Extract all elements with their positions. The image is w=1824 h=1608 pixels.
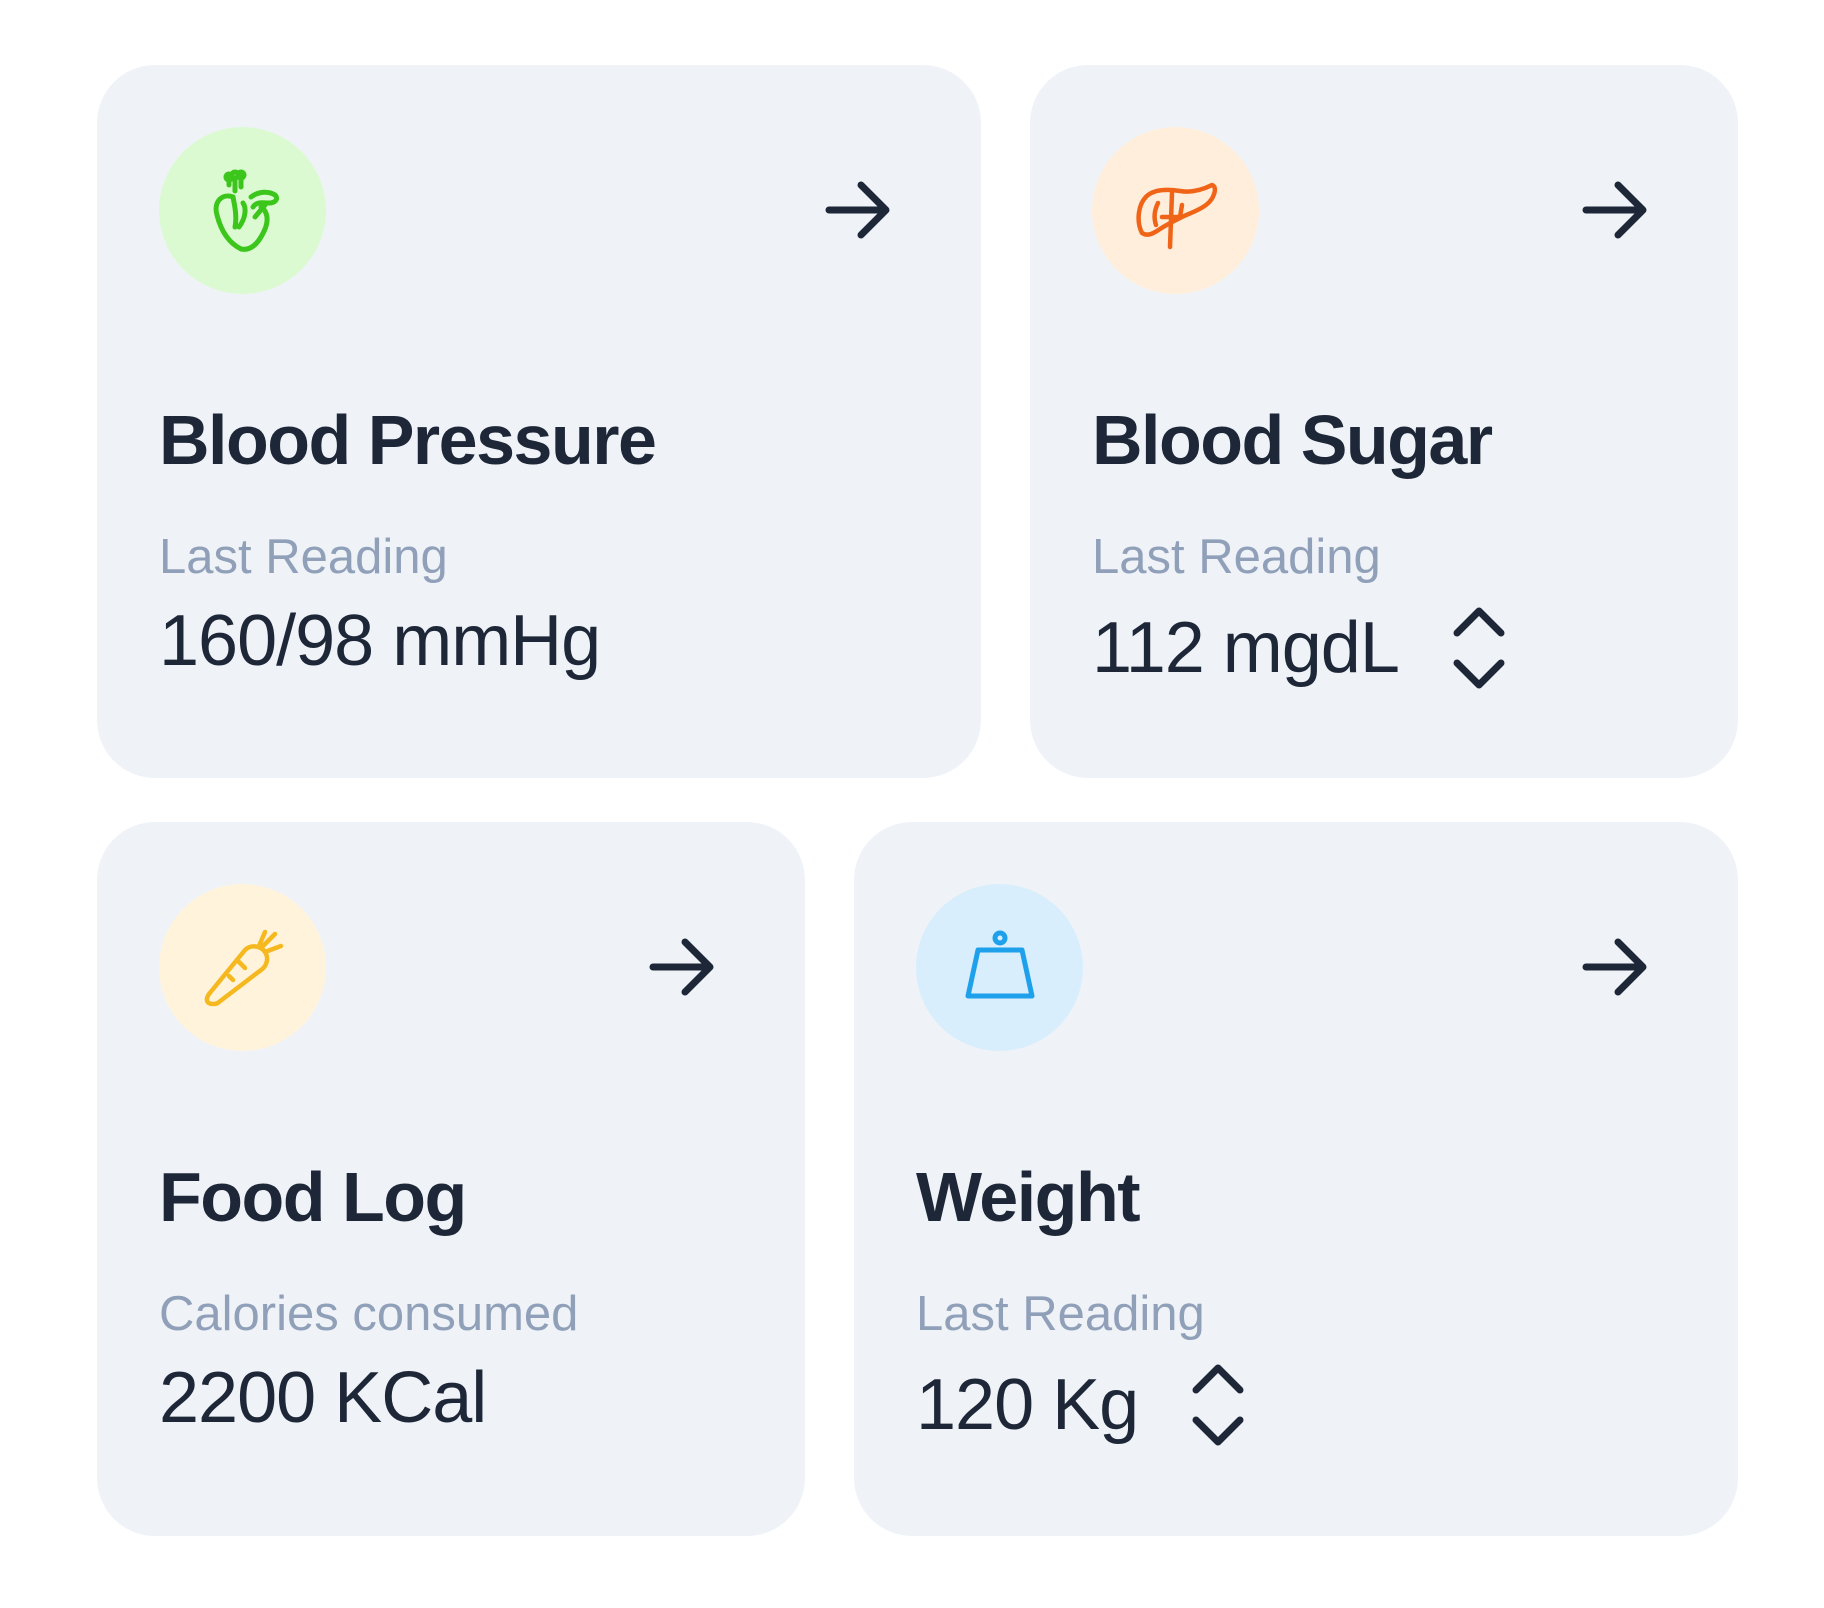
card-value: 2200 KCal bbox=[159, 1358, 487, 1438]
carrot-icon-circle bbox=[159, 884, 326, 1051]
value-row: 112 mgdL bbox=[1092, 605, 1511, 691]
carrot-icon bbox=[204, 929, 283, 1006]
arrow-right-icon bbox=[1582, 938, 1647, 996]
arrow-right-icon bbox=[1582, 181, 1647, 239]
arrow-right-icon bbox=[825, 181, 890, 239]
food-log-card[interactable]: Food Log Calories consumed 2200 KCal bbox=[97, 822, 805, 1536]
card-title: Food Log bbox=[159, 1158, 467, 1236]
card-subtitle: Calories consumed bbox=[159, 1287, 579, 1341]
weight-icon bbox=[965, 930, 1034, 998]
blood-sugar-stepper[interactable] bbox=[1447, 605, 1511, 691]
chevron-up-down-icon bbox=[1453, 607, 1505, 689]
heart-icon-circle bbox=[159, 127, 326, 294]
liver-icon bbox=[1135, 182, 1217, 249]
weight-card[interactable]: Weight Last Reading 120 Kg bbox=[854, 822, 1738, 1536]
heart-icon bbox=[213, 169, 279, 252]
card-subtitle: Last Reading bbox=[1092, 530, 1381, 584]
value-row: 2200 KCal bbox=[159, 1358, 487, 1438]
weight-icon-circle bbox=[916, 884, 1083, 1051]
open-blood-pressure-button[interactable] bbox=[823, 175, 893, 245]
weight-stepper[interactable] bbox=[1186, 1362, 1250, 1448]
blood-sugar-card[interactable]: Blood Sugar Last Reading 112 mgdL bbox=[1030, 65, 1738, 778]
value-row: 120 Kg bbox=[916, 1362, 1250, 1448]
card-subtitle: Last Reading bbox=[916, 1287, 1205, 1341]
open-blood-sugar-button[interactable] bbox=[1580, 175, 1650, 245]
card-title: Blood Pressure bbox=[159, 401, 657, 479]
liver-icon-circle bbox=[1092, 127, 1259, 294]
card-value: 112 mgdL bbox=[1092, 608, 1400, 688]
chevron-up-down-icon bbox=[1192, 1364, 1244, 1446]
open-weight-button[interactable] bbox=[1580, 932, 1650, 1002]
open-food-log-button[interactable] bbox=[647, 932, 717, 1002]
value-row: 160/98 mmHg bbox=[159, 601, 601, 681]
card-title: Weight bbox=[916, 1158, 1141, 1236]
blood-pressure-card[interactable]: Blood Pressure Last Reading 160/98 mmHg bbox=[97, 65, 981, 778]
card-value: 160/98 mmHg bbox=[159, 601, 601, 681]
card-value: 120 Kg bbox=[916, 1365, 1139, 1445]
arrow-right-icon bbox=[649, 938, 714, 996]
card-title: Blood Sugar bbox=[1092, 401, 1493, 479]
card-subtitle: Last Reading bbox=[159, 530, 448, 584]
